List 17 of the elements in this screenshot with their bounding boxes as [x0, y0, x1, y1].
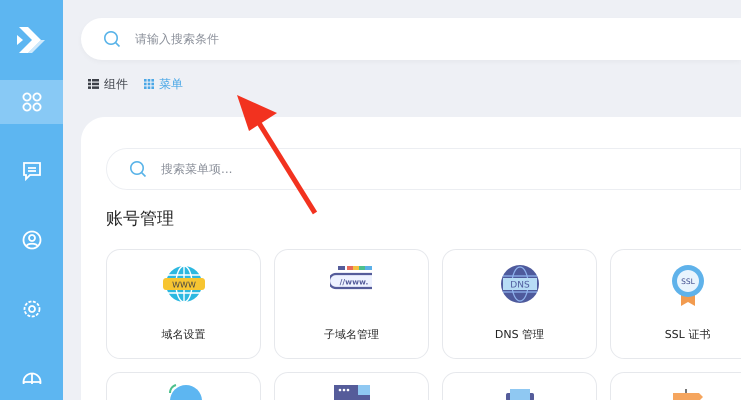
section-heading: 账号管理	[106, 208, 175, 231]
user-icon	[22, 230, 42, 250]
apps-icon	[22, 92, 42, 112]
dns-globe-icon: DNS	[500, 264, 540, 304]
menu-card[interactable]: DNS DNS 管理	[442, 248, 597, 358]
grid-icon	[144, 79, 154, 89]
sidebar-item[interactable]	[0, 80, 63, 124]
tab[interactable]: 组件	[88, 75, 128, 93]
settings-icon	[22, 299, 42, 319]
search-icon	[103, 30, 121, 48]
list-icon	[88, 79, 99, 89]
chat-icon	[22, 161, 42, 181]
menu-card[interactable]: WWW 域名设置	[106, 248, 261, 358]
device-icon	[506, 388, 534, 400]
globe-icon	[22, 372, 42, 384]
search-icon	[129, 160, 147, 178]
signpost-icon	[672, 388, 702, 400]
